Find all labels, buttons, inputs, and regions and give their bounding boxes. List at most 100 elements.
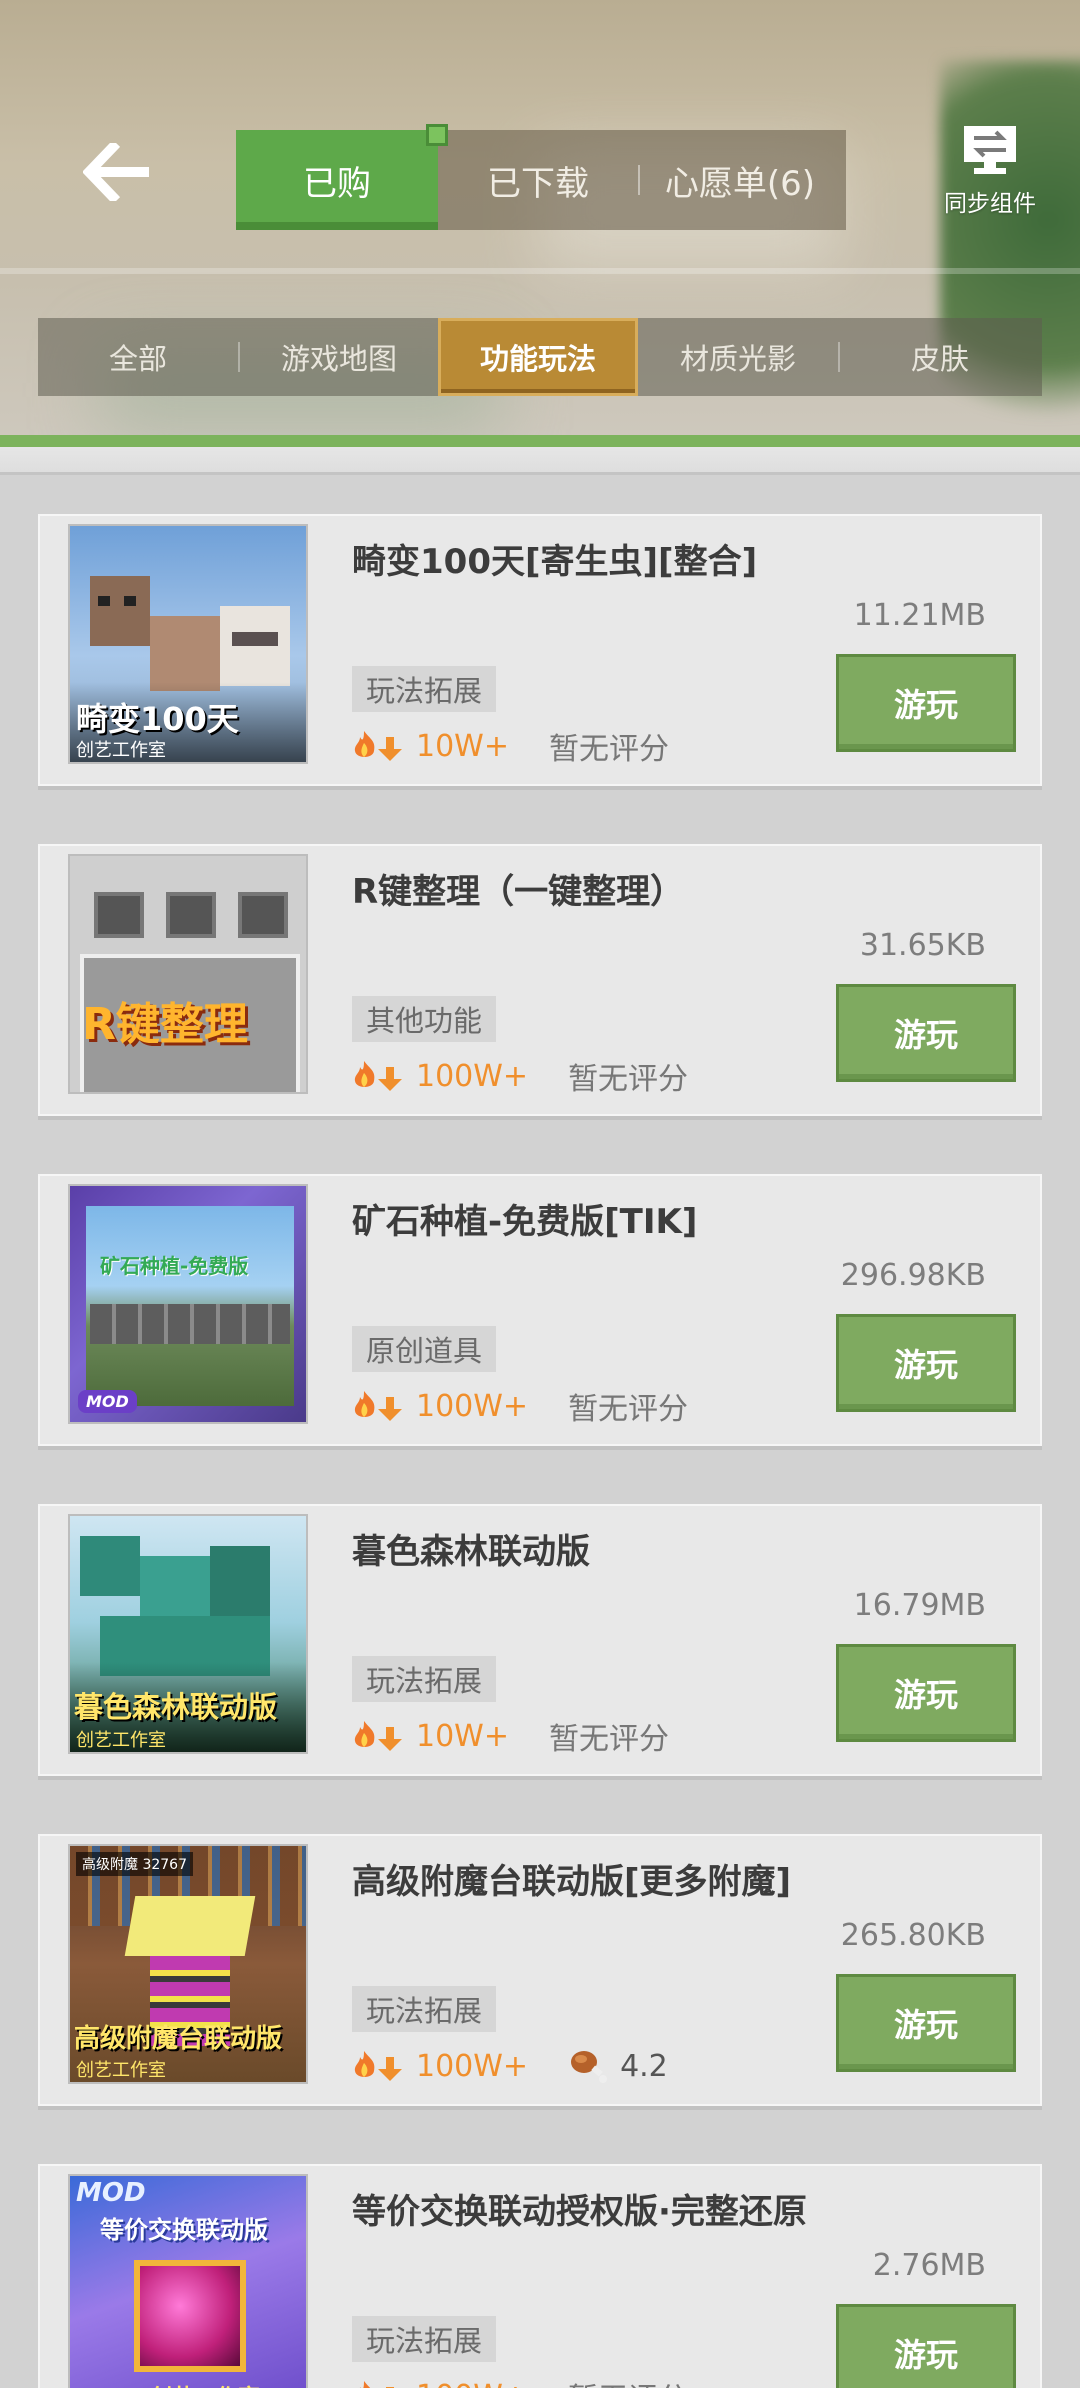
item-tag: 玩法拓展 (352, 1986, 497, 2032)
item-rating: 暂无评分 (548, 732, 669, 767)
thumbnail-studio: 创艺工作室 (76, 740, 166, 761)
hot-download-icon (354, 2051, 402, 2081)
download-count: 100W+ (416, 1388, 529, 1424)
tab-downloaded-label: 已下载 (487, 163, 589, 204)
hot-download-icon (354, 1061, 402, 1091)
back-button[interactable] (78, 140, 158, 204)
category-label: 功能玩法 (479, 342, 596, 376)
category-all[interactable]: 全部 (38, 318, 238, 396)
item-title: 暮色森林联动版 (352, 1532, 590, 1572)
category-game-maps[interactable]: 游戏地图 (240, 318, 438, 396)
category-label: 皮肤 (910, 342, 969, 376)
category-gameplay[interactable]: 功能玩法 (438, 318, 638, 396)
list-item[interactable]: MOD 等价交换联动版 创艺工作室 等价交换联动授权版·完整还原 2.76MB … (38, 2164, 1042, 2388)
item-title: R键整理（一键整理） (352, 872, 685, 912)
item-size: 11.21MB (853, 598, 986, 633)
download-count: 100W+ (416, 2379, 528, 2388)
item-size: 2.76MB (872, 2248, 986, 2283)
item-size: 16.79MB (853, 1588, 986, 1623)
thumbnail-studio: 创艺工作室 (76, 1730, 166, 1751)
thumbnail-caption: 高级附魔台联动版 (74, 2024, 283, 2054)
item-rating: 暂无评分 (548, 1722, 669, 1757)
top-tab-bar: 已购 已下载 心愿单(6) (236, 124, 846, 230)
play-button[interactable]: 游玩 (836, 654, 1016, 752)
list-item[interactable]: 矿石种植-免费版 MOD 矿石种植-免费版[TIK] 296.98KB 原创道具… (38, 1174, 1042, 1450)
item-stats: 10W+ 暂无评分 (352, 1716, 669, 1757)
play-button[interactable]: 游玩 (836, 1314, 1016, 1412)
thumbnail-top-text: 高级附魔 32767 (76, 1852, 193, 1876)
tab-purchased[interactable]: 已购 (236, 124, 448, 230)
item-title: 高级附魔台联动版[更多附魔] (352, 1862, 792, 1902)
list-item[interactable]: 高级附魔 32767 高级附魔台联动版 创艺工作室 高级附魔台联动版[更多附魔]… (38, 1834, 1042, 2110)
item-size: 265.80KB (840, 1918, 986, 1953)
play-button[interactable]: 游玩 (836, 1644, 1016, 1742)
item-rating: 暂无评分 (568, 1392, 689, 1427)
item-thumbnail: 暮色森林联动版 创艺工作室 (68, 1514, 308, 1754)
back-arrow-icon (83, 143, 149, 201)
category-bar: 全部 游戏地图 功能玩法 材质光影 皮肤 (38, 318, 1042, 396)
list-top-shadow (0, 447, 1080, 475)
tab-wishlist[interactable]: 心愿单(6) (640, 130, 840, 230)
hot-download-icon (354, 731, 402, 761)
thumbnail-caption: R键整理 (82, 999, 248, 1050)
tab-purchased-label: 已购 (303, 163, 371, 204)
tab-wishlist-label: 心愿单(6) (664, 163, 816, 204)
content-list: 畸变100天 创艺工作室 畸变100天[寄生虫][整合] 11.21MB 玩法拓… (38, 514, 1042, 2388)
item-stats: 100W+ 暂无评分 (352, 1386, 689, 1427)
thumbnail-caption: 畸变100天 (76, 700, 239, 738)
item-thumbnail: 矿石种植-免费版 MOD (68, 1184, 308, 1424)
thumbnail-caption: 暮色森林联动版 (74, 1690, 278, 1724)
play-button[interactable]: 游玩 (836, 1974, 1016, 2072)
drumstick-icon (571, 2051, 608, 2083)
item-thumbnail: 畸变100天 创艺工作室 (68, 524, 308, 764)
hot-download-icon (359, 2381, 394, 2388)
sync-monitor-icon (964, 126, 1016, 174)
item-thumbnail: MOD 等价交换联动版 创艺工作室 (68, 2174, 308, 2388)
header-background (0, 0, 1080, 470)
thumbnail-top-text: MOD (76, 2178, 146, 2208)
item-stats: 10W+ 暂无评分 (352, 726, 669, 767)
item-thumbnail: 高级附魔 32767 高级附魔台联动版 创艺工作室 (68, 1844, 308, 2084)
item-rating: 暂无评分 (568, 2374, 688, 2388)
sync-components-button[interactable]: 同步组件 (930, 124, 1050, 224)
item-stats: 100W+ 暂无评分 (352, 1056, 689, 1097)
item-tag: 玩法拓展 (352, 1656, 497, 1702)
item-thumbnail: R键整理 (68, 854, 308, 1094)
category-textures-shaders[interactable]: 材质光影 (638, 318, 838, 396)
item-title: 矿石种植-免费版[TIK] (352, 1202, 698, 1242)
item-rating: 暂无评分 (568, 1062, 689, 1097)
category-label: 材质光影 (679, 342, 796, 376)
play-button[interactable]: 游玩 (836, 984, 1016, 1082)
item-tag: 原创道具 (352, 1326, 497, 1372)
rating-value: 4.2 (620, 2048, 668, 2084)
category-skins[interactable]: 皮肤 (840, 318, 1040, 396)
header-divider (0, 435, 1080, 447)
download-count: 100W+ (416, 2048, 529, 2084)
item-rating: 4.2 (568, 2048, 668, 2084)
item-size: 31.65KB (859, 928, 986, 963)
item-title: 等价交换联动授权版·完整还原 (352, 2192, 807, 2232)
item-stats: 100W+ 暂无评分 (352, 2376, 688, 2388)
item-tag: 其他功能 (352, 996, 497, 1042)
item-tag: 玩法拓展 (352, 2316, 497, 2362)
item-stats: 100W+ 4.2 (352, 2046, 668, 2086)
category-label: 全部 (108, 342, 167, 376)
download-count: 100W+ (416, 1058, 529, 1094)
hot-download-icon (354, 1391, 402, 1421)
thumbnail-studio: 创艺工作室 (150, 2380, 260, 2388)
thumbnail-caption: 矿石种植-免费版 (100, 1254, 249, 1278)
item-tag: 玩法拓展 (352, 666, 497, 712)
item-title: 畸变100天[寄生虫][整合] (352, 542, 758, 582)
item-size: 296.98KB (840, 1258, 986, 1293)
list-item[interactable]: 暮色森林联动版 创艺工作室 暮色森林联动版 16.79MB 玩法拓展 10W+ … (38, 1504, 1042, 1780)
play-button[interactable]: 游玩 (836, 2304, 1016, 2388)
tab-downloaded[interactable]: 已下载 (438, 130, 638, 230)
category-label: 游戏地图 (280, 342, 397, 376)
thumbnail-caption: 等价交换联动版 (100, 2216, 268, 2244)
list-item[interactable]: R键整理 R键整理（一键整理） 31.65KB 其他功能 100W+ 暂无评分 … (38, 844, 1042, 1120)
hot-download-icon (354, 1721, 402, 1751)
list-item[interactable]: 畸变100天 创艺工作室 畸变100天[寄生虫][整合] 11.21MB 玩法拓… (38, 514, 1042, 790)
sync-label: 同步组件 (944, 191, 1036, 217)
download-count: 10W+ (416, 1718, 509, 1754)
download-count: 10W+ (416, 728, 509, 764)
